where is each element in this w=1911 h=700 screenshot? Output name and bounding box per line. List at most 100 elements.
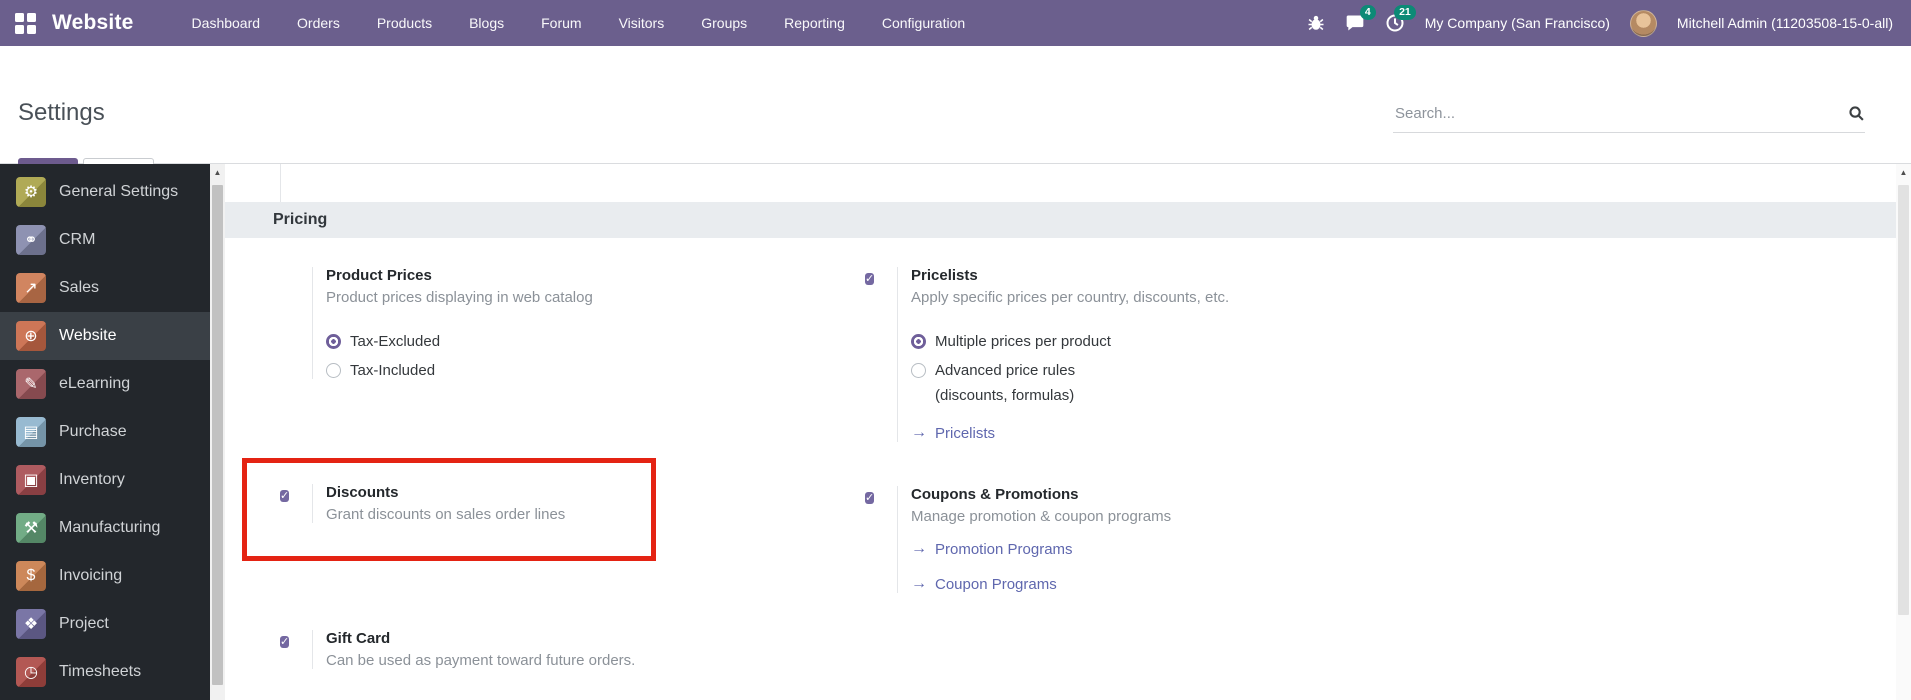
- radio-label: Advanced price rules: [935, 362, 1076, 379]
- nav-item-orders[interactable]: Orders: [297, 15, 340, 31]
- radio-label: Multiple prices per product: [935, 333, 1111, 350]
- nav-item-blogs[interactable]: Blogs: [469, 15, 504, 31]
- nav-item-forum[interactable]: Forum: [541, 15, 581, 31]
- user-avatar[interactable]: [1629, 9, 1657, 37]
- advanced-rules-note: (discounts, formulas): [935, 387, 1075, 404]
- radio-tax-excluded[interactable]: Tax-Excluded: [326, 333, 593, 350]
- sidebar-item-inventory[interactable]: ▣ Inventory: [0, 456, 210, 504]
- debug-bug-icon[interactable]: [1307, 14, 1325, 32]
- sidebar-item-label: Purchase: [59, 423, 127, 440]
- user-menu[interactable]: Mitchell Admin (11203508-15-0-all): [1677, 15, 1893, 31]
- product-prices-title: Product Prices: [326, 267, 432, 284]
- discounts-title: Discounts: [326, 484, 399, 501]
- arrow-right-icon: →: [911, 424, 927, 441]
- setting-gift-card: ✓ Gift Card Can be used as payment towar…: [280, 630, 800, 669]
- sidebar-item-elearning[interactable]: ✎ eLearning: [0, 360, 210, 408]
- discounts-desc: Grant discounts on sales order lines: [326, 506, 566, 523]
- sidebar-item-label: Project: [59, 615, 109, 632]
- link-label: Promotion Programs: [935, 540, 1073, 558]
- apps-menu-icon[interactable]: [15, 12, 36, 34]
- odoo-settings-page: Website Dashboard Orders Products Blogs Foru…: [0, 0, 1911, 700]
- sales-chart-icon: ↗: [16, 273, 46, 303]
- radio-multiple-prices[interactable]: Multiple prices per product: [911, 333, 1229, 350]
- pricelists-desc: Apply specific prices per country, disco…: [911, 289, 1230, 306]
- control-panel: Settings Save Discard Unsaved changes: [0, 46, 1911, 184]
- app-brand[interactable]: Website: [52, 11, 134, 35]
- top-navbar: Website Dashboard Orders Products Blogs Foru…: [0, 0, 1911, 46]
- search-icon[interactable]: [1848, 105, 1865, 122]
- pricelists-title: Pricelists: [911, 267, 978, 284]
- radio-unselected-icon[interactable]: [911, 363, 926, 378]
- nav-item-dashboard[interactable]: Dashboard: [192, 15, 261, 31]
- promotion-programs-link[interactable]: → Promotion Programs: [911, 540, 1171, 558]
- radio-advanced-price-rules[interactable]: Advanced price rules: [911, 362, 1229, 379]
- sidebar-item-purchase[interactable]: ▤ Purchase: [0, 408, 210, 456]
- nav-item-groups[interactable]: Groups: [701, 15, 747, 31]
- sidebar-item-label: Invoicing: [59, 567, 123, 584]
- sidebar-item-label: Manufacturing: [59, 519, 161, 536]
- discounts-checkbox-checked[interactable]: ✓: [280, 490, 290, 502]
- company-switcher[interactable]: My Company (San Francisco): [1425, 15, 1610, 31]
- nav-menu: Dashboard Orders Products Blogs Forum Visitor…: [192, 15, 966, 31]
- sidebar-item-label: Sales: [59, 279, 100, 296]
- sidebar-item-manufacturing[interactable]: ⚒ Manufacturing: [0, 504, 210, 552]
- scroll-up-icon[interactable]: ▲: [210, 164, 225, 180]
- nav-item-configuration[interactable]: Configuration: [882, 15, 965, 31]
- pricelists-checkbox-checked[interactable]: ✓: [865, 273, 875, 285]
- timesheets-stopwatch-icon: ◷: [16, 657, 46, 687]
- coupons-desc: Manage promotion & coupon programs: [911, 508, 1172, 525]
- scrollbar-thumb[interactable]: [212, 185, 223, 685]
- settings-sidebar: ⚙ General Settings ⚭ CRM ↗ Sales ⊕ Website ✎ eLea…: [0, 164, 210, 700]
- section-divider-remnant: [280, 164, 281, 202]
- sidebar-item-project[interactable]: ❖ Project: [0, 600, 210, 648]
- arrow-right-icon: →: [911, 575, 927, 592]
- coupons-checkbox-checked[interactable]: ✓: [865, 492, 875, 504]
- radio-selected-icon[interactable]: [911, 334, 926, 349]
- navbar-right: 4 21 My Company (San Francisco) Mitchell…: [1307, 5, 1893, 37]
- sidebar-item-crm[interactable]: ⚭ CRM: [0, 216, 210, 264]
- radio-unselected-icon[interactable]: [326, 363, 341, 378]
- sidebar-item-label: Website: [59, 327, 117, 344]
- messages-icon[interactable]: 4: [1345, 5, 1376, 33]
- sidebar-item-sales[interactable]: ↗ Sales: [0, 264, 210, 312]
- radio-selected-icon[interactable]: [326, 334, 341, 349]
- invoicing-dollar-icon: $: [16, 561, 46, 591]
- project-icon: ❖: [16, 609, 46, 639]
- coupon-programs-link[interactable]: → Coupon Programs: [911, 575, 1171, 593]
- sidebar-scrollbar[interactable]: ▲: [210, 164, 225, 700]
- sidebar-item-timesheets[interactable]: ◷ Timesheets: [0, 648, 210, 696]
- activities-clock-icon[interactable]: 21: [1385, 5, 1416, 33]
- settings-gear-icon: ⚙: [16, 177, 46, 207]
- activities-badge: 21: [1394, 5, 1416, 20]
- gift-card-checkbox-checked[interactable]: ✓: [280, 636, 290, 648]
- setting-product-prices: Product Prices Product prices displaying…: [280, 267, 800, 379]
- sidebar-menu: ⚙ General Settings ⚭ CRM ↗ Sales ⊕ Website ✎ eLea…: [0, 168, 210, 696]
- website-globe-icon: ⊕: [16, 321, 46, 351]
- pricelists-link[interactable]: → Pricelists: [911, 424, 1229, 442]
- nav-item-visitors[interactable]: Visitors: [619, 15, 665, 31]
- scrollbar-thumb[interactable]: [1898, 185, 1909, 615]
- inventory-box-icon: ▣: [16, 465, 46, 495]
- scroll-up-icon[interactable]: ▲: [1896, 164, 1911, 180]
- settings-content: Pricing Product Prices Product prices di…: [225, 164, 1896, 700]
- sidebar-item-invoicing[interactable]: $ Invoicing: [0, 552, 210, 600]
- sidebar-item-label: Inventory: [59, 471, 125, 488]
- sidebar-item-website[interactable]: ⊕ Website: [0, 312, 210, 360]
- sidebar-item-label: General Settings: [59, 183, 179, 200]
- gift-card-title: Gift Card: [326, 630, 391, 647]
- search-bar: [1393, 104, 1865, 133]
- page-title: Settings: [18, 99, 105, 126]
- sidebar-item-label: eLearning: [59, 375, 131, 392]
- setting-discounts: ✓ Discounts Grant discounts on sales ord…: [280, 484, 660, 523]
- setting-coupons-promotions: ✓ Coupons & Promotions Manage promotion …: [865, 486, 1425, 593]
- search-input[interactable]: [1393, 104, 1848, 123]
- radio-tax-included[interactable]: Tax-Included: [326, 362, 593, 379]
- nav-item-reporting[interactable]: Reporting: [784, 15, 845, 31]
- link-label: Pricelists: [935, 424, 996, 442]
- nav-item-products[interactable]: Products: [377, 15, 432, 31]
- pricing-section-header: Pricing: [225, 202, 1896, 238]
- purchase-card-icon: ▤: [16, 417, 46, 447]
- content-scrollbar[interactable]: ▲: [1896, 164, 1911, 700]
- product-prices-desc: Product prices displaying in web catalog: [326, 289, 593, 306]
- sidebar-item-general-settings[interactable]: ⚙ General Settings: [0, 168, 210, 216]
